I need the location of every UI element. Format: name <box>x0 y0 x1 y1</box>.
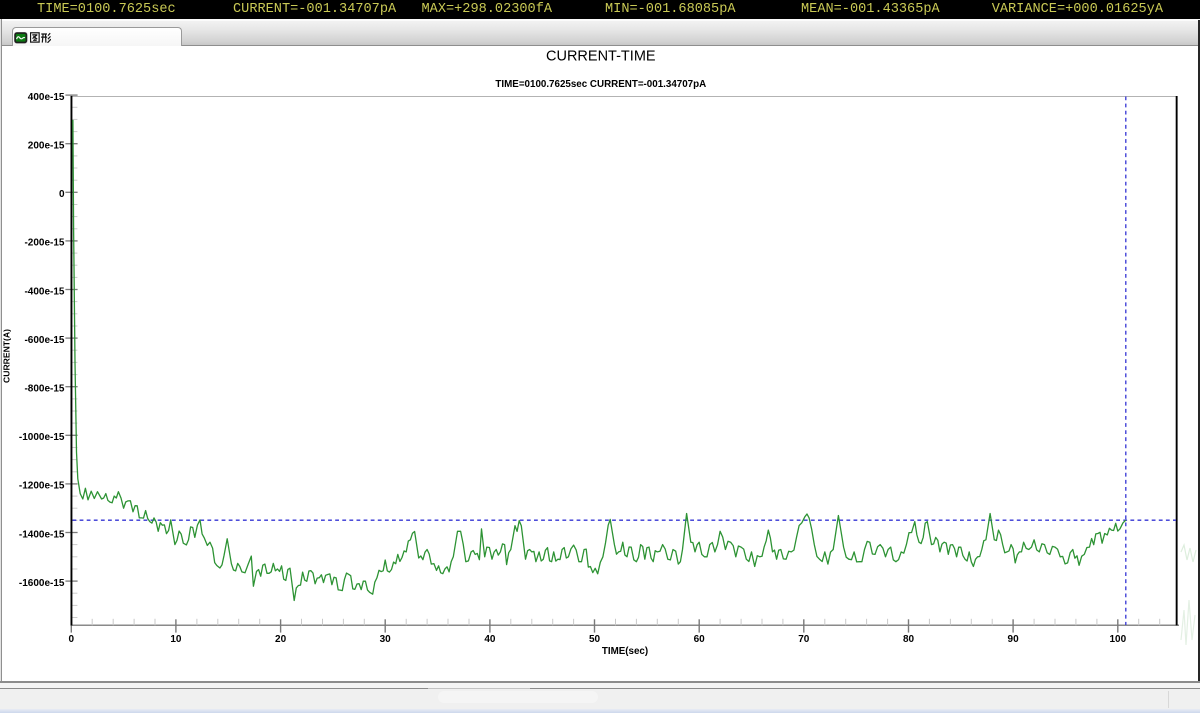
svg-text:100: 100 <box>1109 634 1126 645</box>
svg-text:-400e-15: -400e-15 <box>24 286 64 297</box>
svg-text:-1600e-15: -1600e-15 <box>19 578 65 589</box>
svg-text:10: 10 <box>170 634 182 645</box>
svg-text:90: 90 <box>1008 634 1020 645</box>
svg-text:-800e-15: -800e-15 <box>24 384 64 395</box>
svg-text:200e-15: 200e-15 <box>28 141 65 152</box>
svg-text:0: 0 <box>59 189 65 200</box>
svg-text:40: 40 <box>484 634 496 645</box>
svg-text:70: 70 <box>798 634 810 645</box>
svg-text:80: 80 <box>903 634 915 645</box>
svg-text:20: 20 <box>275 634 287 645</box>
svg-text:-1200e-15: -1200e-15 <box>19 481 65 492</box>
svg-text:CURRENT(A): CURRENT(A) <box>2 329 12 383</box>
svg-text:-200e-15: -200e-15 <box>24 238 64 249</box>
svg-text:CURRENT-TIME: CURRENT-TIME <box>546 49 656 65</box>
svg-text:400e-15: 400e-15 <box>28 92 65 103</box>
svg-text:50: 50 <box>589 634 601 645</box>
svg-text:60: 60 <box>694 634 706 645</box>
svg-text:30: 30 <box>380 634 392 645</box>
svg-text:TIME(sec): TIME(sec) <box>602 646 648 657</box>
svg-text:-600e-15: -600e-15 <box>24 335 64 346</box>
svg-text:-1000e-15: -1000e-15 <box>19 432 65 443</box>
svg-text:-1400e-15: -1400e-15 <box>19 529 65 540</box>
svg-text:0: 0 <box>69 634 75 645</box>
svg-text:TIME=0100.7625sec CURRENT=-001: TIME=0100.7625sec CURRENT=-001.34707pA <box>495 79 706 90</box>
